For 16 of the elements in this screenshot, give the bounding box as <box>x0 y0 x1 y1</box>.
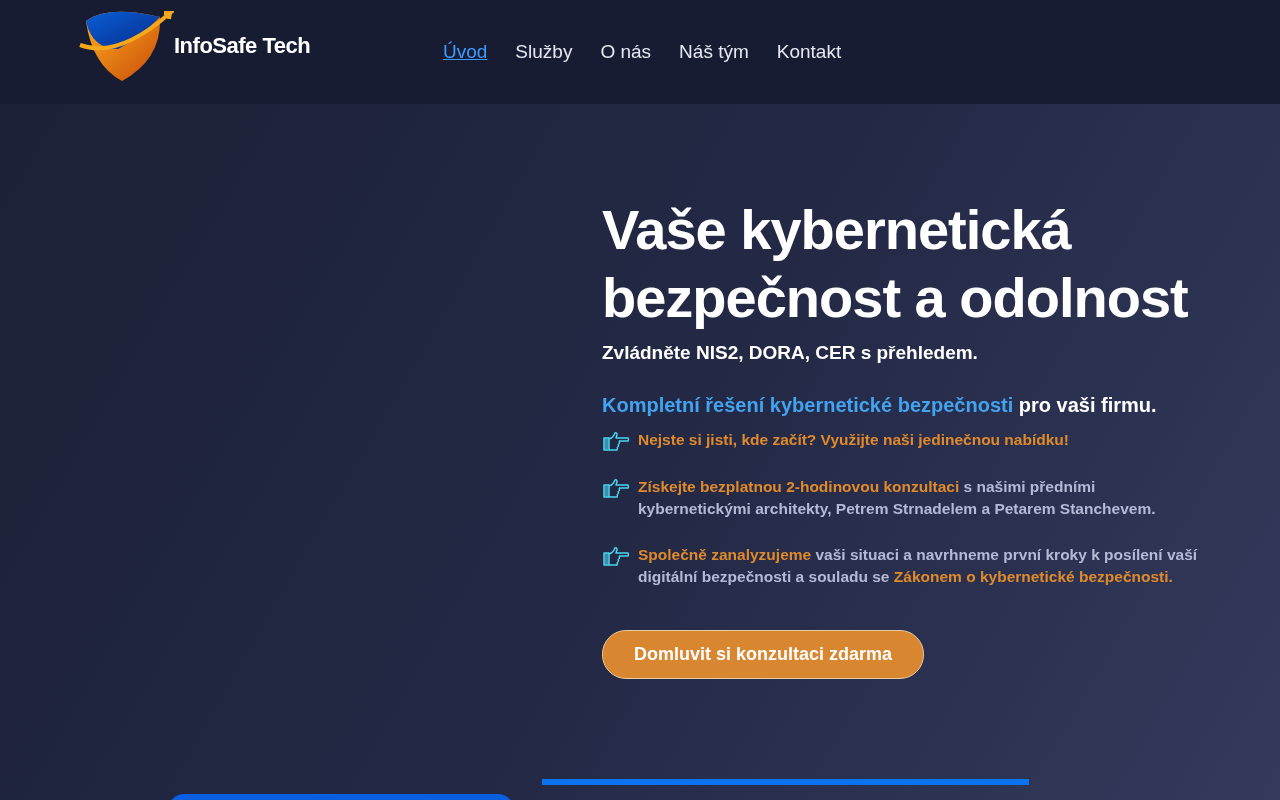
nav-link[interactable]: Kontakt <box>776 41 842 63</box>
bullet-text: Získejte bezplatnou 2-hodinovou konzultaci s našimi předními kybernetickými architekty, Petrem Strnadelem a Petarem Stanchevem. <box>638 477 1157 519</box>
shield-logo-icon[interactable] <box>78 9 174 83</box>
bullet-text: Společně zanalyzujeme vaši situaci a navrhneme první kroky k posílení vaší digitální bezpečnosti a souladu se Zákonem o kybernetické bezpečnosti. <box>638 545 1198 587</box>
hero-subtitle: Zvládněte NIS2, DORA, CER s přehledem. <box>602 342 979 364</box>
hero-title: Vaše kybernetická bezpečnost a odolnost <box>602 197 1189 331</box>
bullet-text: Nejste si jisti, kde začít? Využijte naši jedinečnou nabídku! <box>638 430 1070 450</box>
pointing-hand-icon <box>602 545 630 567</box>
brand-name[interactable]: InfoSafe Tech <box>174 33 311 59</box>
nav-link[interactable]: Úvod <box>443 41 488 63</box>
intro-text: Kompletní řešení kybernetické bezpečnosti pro vaši firmu. <box>602 394 1158 417</box>
nav-link[interactable]: Služby <box>515 41 573 63</box>
nav-link[interactable]: O nás <box>600 41 652 63</box>
pointing-hand-icon <box>602 430 630 452</box>
nav-link[interactable]: Náš tým <box>679 41 749 63</box>
pointing-hand-icon <box>602 477 630 499</box>
